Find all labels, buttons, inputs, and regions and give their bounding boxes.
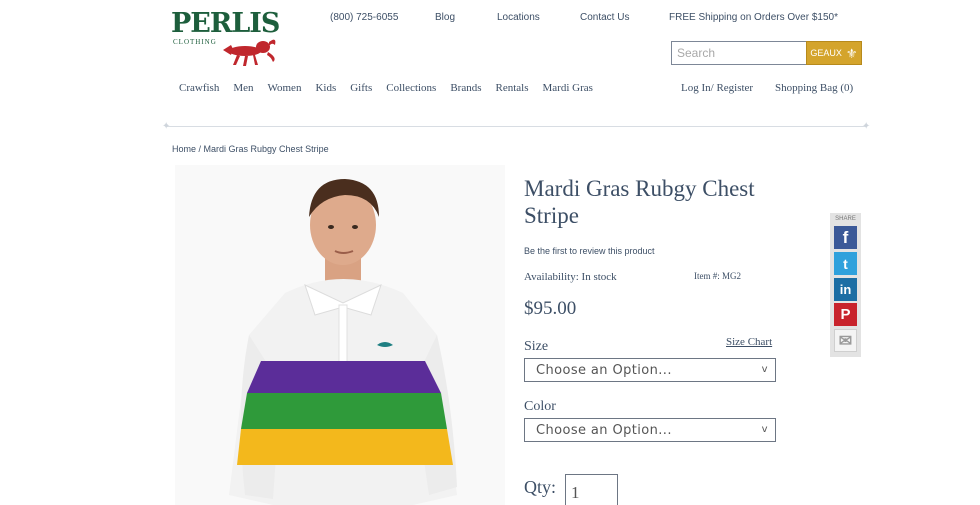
availability-status: Availability: In stock bbox=[524, 271, 617, 283]
color-select[interactable]: Choose an Option... v bbox=[524, 418, 776, 442]
size-chart-link[interactable]: Size Chart bbox=[726, 336, 772, 348]
linkedin-glyph: in bbox=[839, 282, 852, 297]
breadcrumb-separator: / bbox=[196, 144, 204, 154]
breadcrumb-current: Mardi Gras Rubgy Chest Stripe bbox=[203, 144, 329, 154]
facebook-glyph: f bbox=[842, 227, 849, 247]
pinterest-icon[interactable]: P bbox=[834, 303, 857, 326]
crawfish-icon bbox=[223, 39, 276, 66]
twitter-glyph: t bbox=[843, 255, 848, 272]
product-price: $95.00 bbox=[524, 298, 577, 319]
chevron-down-icon: v bbox=[761, 364, 768, 375]
linkedin-icon[interactable]: in bbox=[834, 278, 857, 301]
nav-item-kids[interactable]: Kids bbox=[315, 82, 336, 94]
size-label: Size bbox=[524, 339, 549, 354]
facebook-icon[interactable]: f bbox=[834, 226, 857, 249]
nav-item-women[interactable]: Women bbox=[268, 82, 302, 94]
divider-ornament-left: ✦ bbox=[162, 121, 171, 132]
email-glyph: ✉ bbox=[838, 332, 853, 350]
login-register-link[interactable]: Log In/ Register bbox=[681, 82, 753, 94]
nav-item-gifts[interactable]: Gifts bbox=[350, 82, 372, 94]
search-box bbox=[671, 41, 807, 65]
header-divider bbox=[167, 126, 866, 127]
email-icon[interactable]: ✉ bbox=[834, 329, 857, 352]
product-title: Mardi Gras Rubgy Chest Stripe bbox=[524, 176, 755, 228]
nav-item-rentals[interactable]: Rentals bbox=[496, 82, 529, 94]
nav-item-collections[interactable]: Collections bbox=[386, 82, 436, 94]
chevron-down-icon: v bbox=[761, 424, 768, 435]
locations-link[interactable]: Locations bbox=[497, 12, 540, 23]
color-label: Color bbox=[524, 399, 556, 414]
contact-us-link[interactable]: Contact Us bbox=[580, 12, 629, 23]
search-button-label: GEAUX bbox=[810, 48, 842, 58]
share-sidebar: SHARE f t in P ✉ bbox=[830, 213, 861, 357]
size-select[interactable]: Choose an Option... v bbox=[524, 358, 776, 382]
nav-item-men[interactable]: Men bbox=[233, 82, 253, 94]
pinterest-glyph: P bbox=[840, 306, 851, 323]
nav-item-brands[interactable]: Brands bbox=[450, 82, 481, 94]
quantity-label: Qty: bbox=[524, 477, 557, 497]
search-input[interactable] bbox=[672, 42, 806, 64]
free-shipping-banner: FREE Shipping on Orders Over $150* bbox=[669, 12, 838, 23]
phone-number[interactable]: (800) 725-6055 bbox=[330, 12, 398, 23]
share-label: SHARE bbox=[835, 216, 856, 222]
item-number: Item #: MG2 bbox=[694, 271, 741, 281]
fleur-de-lis-icon: ⚜ bbox=[845, 45, 858, 61]
twitter-icon[interactable]: t bbox=[834, 252, 857, 275]
search-button[interactable]: GEAUX ⚜ bbox=[806, 41, 862, 65]
size-select-value: Choose an Option... bbox=[536, 362, 672, 378]
review-link[interactable]: Be the first to review this product bbox=[524, 246, 655, 256]
product-photo-illustration bbox=[175, 165, 505, 505]
perlis-logo[interactable]: PERLIS CLOTHING bbox=[171, 10, 281, 68]
breadcrumb-home[interactable]: Home bbox=[172, 144, 196, 154]
nav-item-mardi-gras[interactable]: Mardi Gras bbox=[543, 82, 593, 94]
divider-ornament-right: ✦ bbox=[862, 121, 871, 132]
quantity-input[interactable]: 1 bbox=[565, 474, 618, 505]
logo-subtext: CLOTHING bbox=[173, 38, 217, 46]
blog-link[interactable]: Blog bbox=[435, 12, 455, 23]
main-nav: Crawfish Men Women Kids Gifts Collection… bbox=[179, 82, 607, 94]
color-select-value: Choose an Option... bbox=[536, 422, 672, 438]
product-image[interactable] bbox=[175, 165, 505, 505]
breadcrumb: Home / Mardi Gras Rubgy Chest Stripe bbox=[172, 144, 329, 154]
shopping-bag-link[interactable]: Shopping Bag (0) bbox=[775, 82, 853, 94]
nav-item-crawfish[interactable]: Crawfish bbox=[179, 82, 219, 94]
